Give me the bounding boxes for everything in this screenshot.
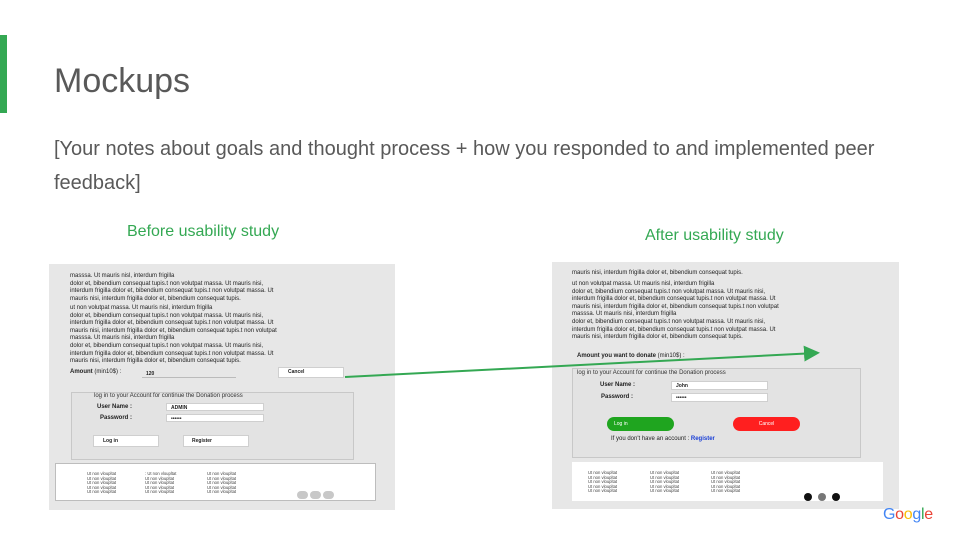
logo-letter: o (895, 506, 904, 523)
logo-letter: e (924, 506, 933, 523)
google-logo: Google (883, 506, 933, 524)
arrow-line (344, 345, 820, 378)
logo-letter: G (883, 506, 896, 523)
comparison-arrow (344, 345, 820, 378)
logo-letter: g (912, 506, 921, 523)
